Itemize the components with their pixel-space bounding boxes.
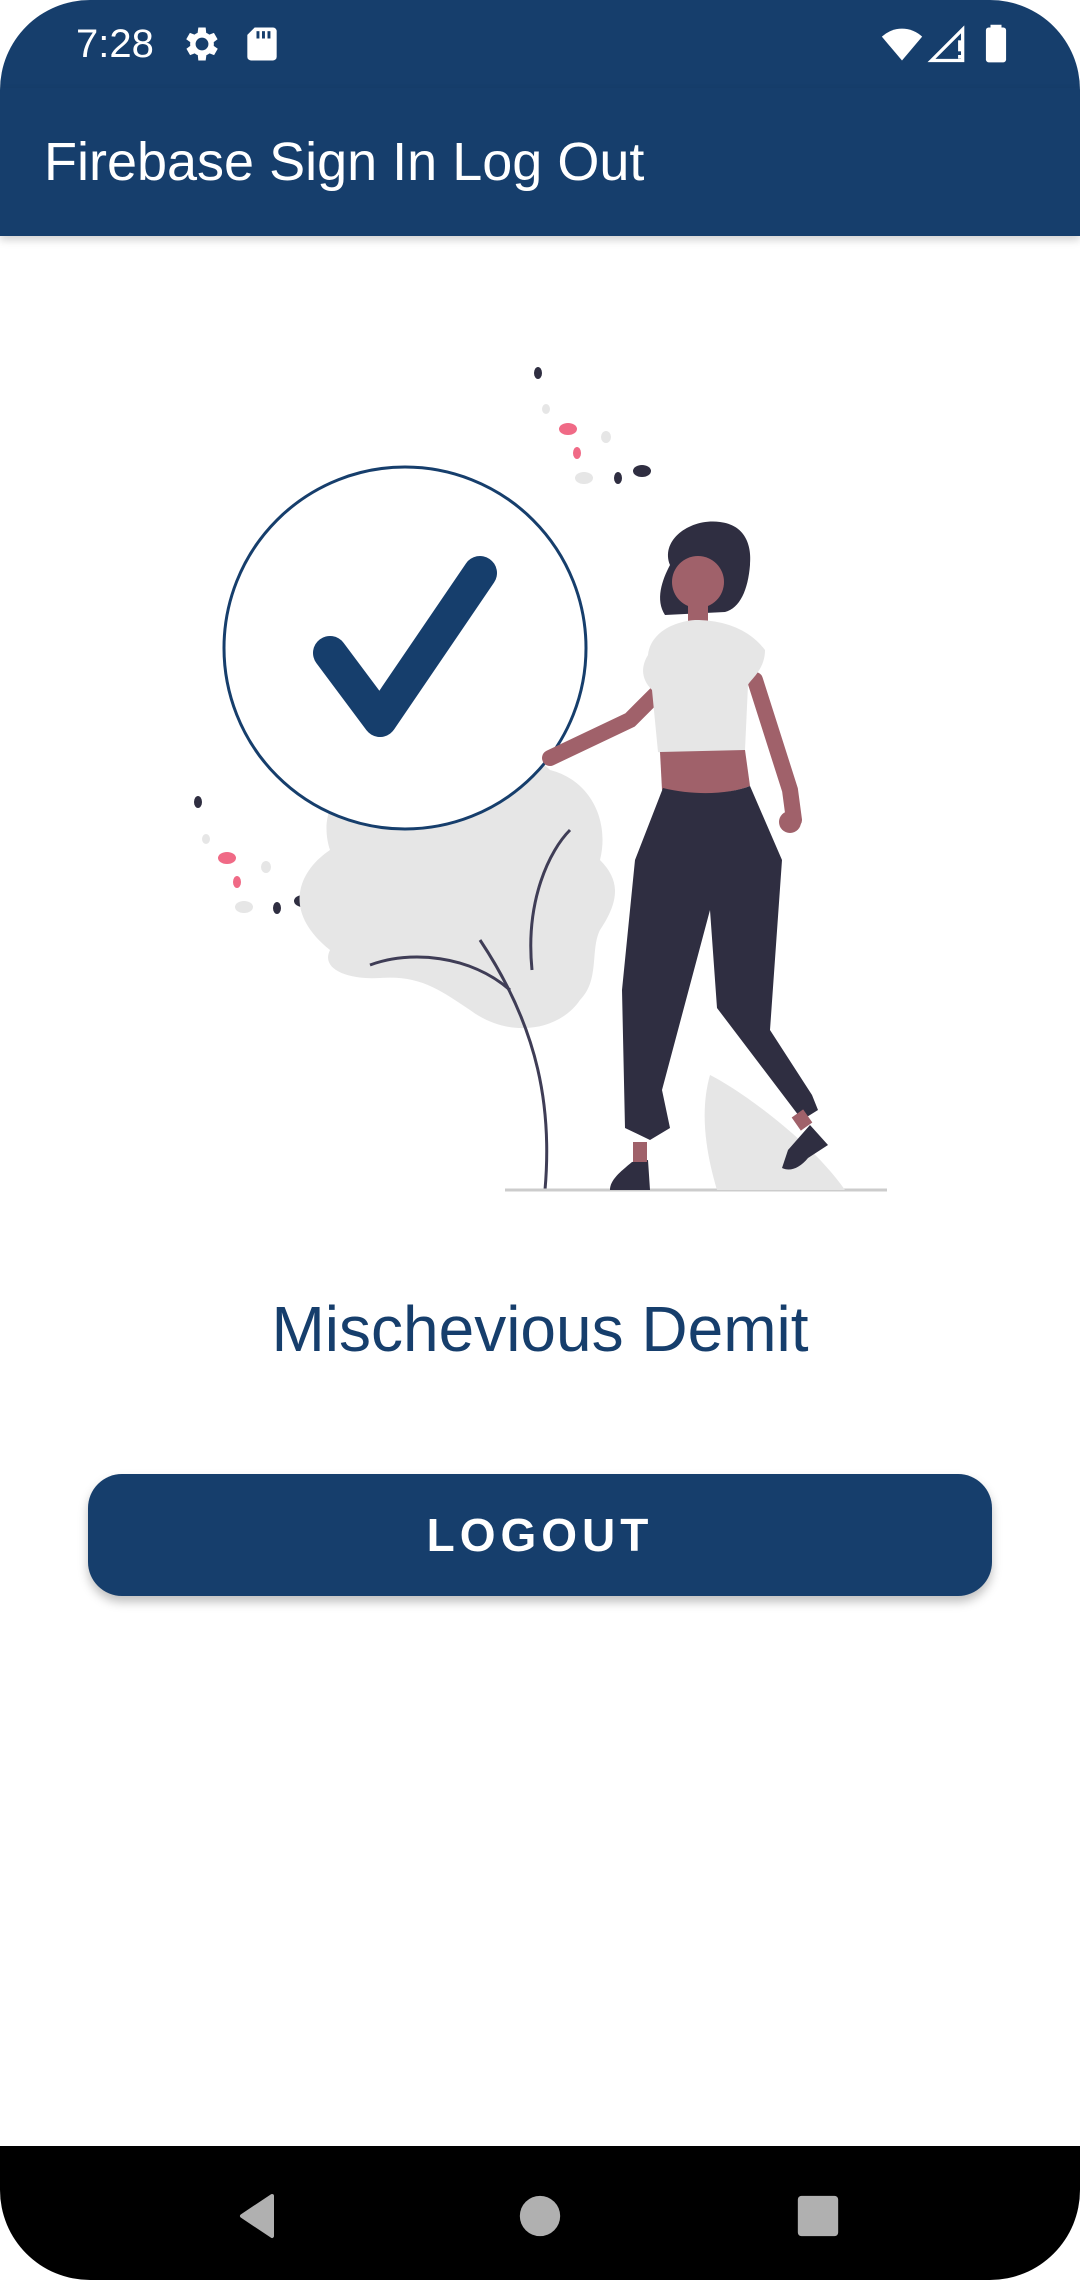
- navigation-bar: [0, 2146, 1080, 2280]
- recents-icon[interactable]: [778, 2176, 858, 2256]
- success-checkmark-illustration: [180, 350, 900, 1200]
- user-display-name: Mischevious Demit: [271, 1293, 809, 1365]
- home-icon[interactable]: [500, 2176, 580, 2256]
- app-title: Firebase Sign In Log Out: [44, 132, 645, 192]
- sd-card-icon: [240, 22, 284, 66]
- screen: 7:28 Firebase Sign In Log Out Mischeviou…: [0, 0, 1080, 2280]
- app-bar: Firebase Sign In Log Out: [0, 88, 1080, 236]
- wifi-icon: [880, 22, 924, 66]
- status-bar: 7:28: [0, 0, 1080, 88]
- leaf-shape: [704, 1075, 845, 1190]
- check-circle: [222, 465, 588, 831]
- status-time: 7:28: [76, 22, 154, 66]
- logout-button[interactable]: LOGOUT: [88, 1474, 992, 1596]
- cell-signal-icon: [926, 22, 970, 66]
- back-icon[interactable]: [220, 2176, 300, 2256]
- confetti-dots-left: [194, 796, 312, 914]
- settings-gear-icon: [180, 22, 224, 66]
- battery-icon: [974, 22, 1018, 66]
- confetti-dots-top: [534, 367, 651, 484]
